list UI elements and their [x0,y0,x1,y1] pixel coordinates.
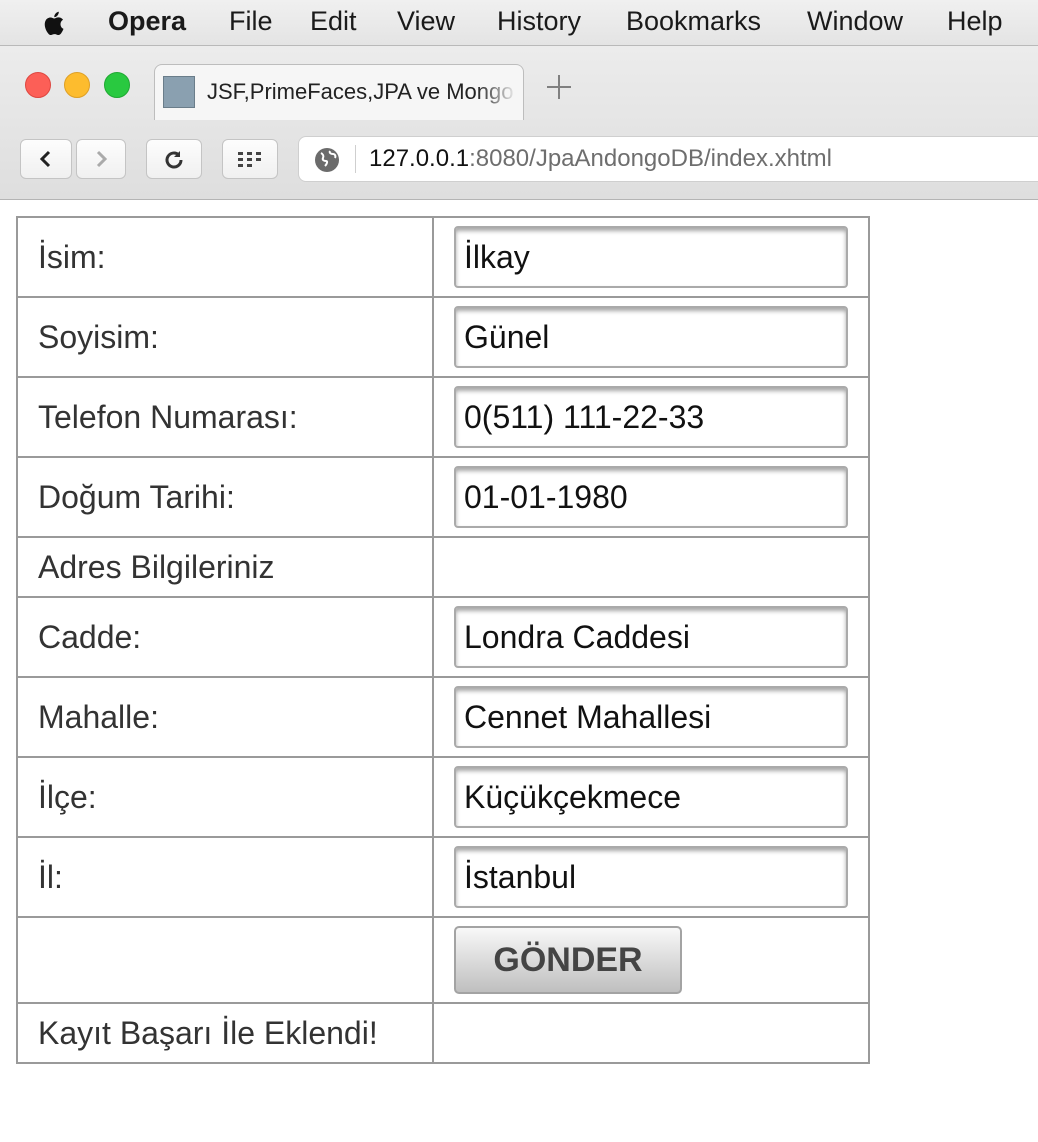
surname-input[interactable] [454,306,848,368]
menu-bar: Opera File Edit View History Bookmarks W… [0,0,1038,46]
submit-button[interactable]: GÖNDER [454,926,682,994]
registration-form: İsim: Soyisim: Telefon Numarası: Doğum T… [16,216,870,1064]
street-input[interactable] [454,606,848,668]
city-label: İl: [16,836,434,918]
url-host: 127.0.0.1 [369,145,470,172]
chevron-right-icon [96,150,108,168]
status-message: Kayıt Başarı İle Eklendi! [16,1002,434,1064]
phone-label: Telefon Numarası: [16,376,434,458]
grid-icon [238,152,261,167]
url-path: :8080/JpaAndongoDB/index.xhtml [469,145,832,172]
form-row-status: Kayıt Başarı İle Eklendi! [16,1002,870,1064]
neighborhood-label: Mahalle: [16,676,434,758]
name-input[interactable] [454,226,848,288]
phone-input[interactable] [454,386,848,448]
browser-chrome: JSF,PrimeFaces,JPA ve MongoDB 127.0.0.1:… [0,46,1038,200]
name-label: İsim: [16,216,434,298]
speed-dial-button[interactable] [222,139,278,179]
menu-edit[interactable]: Edit [310,6,357,37]
form-row-birthdate: Doğum Tarihi: [16,456,870,538]
form-row-neighborhood: Mahalle: [16,676,870,758]
form-row-submit: GÖNDER [16,916,870,1004]
form-row-name: İsim: [16,216,870,298]
birthdate-input[interactable] [454,466,848,528]
neighborhood-input[interactable] [454,686,848,748]
forward-button[interactable] [76,139,126,179]
form-row-address-header: Adres Bilgileriniz [16,536,870,598]
city-input[interactable] [454,846,848,908]
menu-help[interactable]: Help [947,6,1003,37]
chevron-left-icon [39,150,51,168]
address-bar[interactable]: 127.0.0.1:8080/JpaAndongoDB/index.xhtml [298,136,1038,182]
tab-title: JSF,PrimeFaces,JPA ve MongoDB [207,79,513,104]
form-row-street: Cadde: [16,596,870,678]
menu-app-opera[interactable]: Opera [108,6,186,37]
form-row-surname: Soyisim: [16,296,870,378]
reload-button[interactable] [146,139,202,179]
address-section-heading: Adres Bilgileriniz [16,536,434,598]
minimize-window-button[interactable] [64,72,90,98]
form-row-city: İl: [16,836,870,918]
zoom-window-button[interactable] [104,72,130,98]
browser-tab[interactable]: JSF,PrimeFaces,JPA ve MongoDB [154,64,524,120]
street-label: Cadde: [16,596,434,678]
back-button[interactable] [20,139,72,179]
birthdate-label: Doğum Tarihi: [16,456,434,538]
form-row-phone: Telefon Numarası: [16,376,870,458]
menu-bookmarks[interactable]: Bookmarks [626,6,761,37]
new-tab-plus-icon[interactable] [544,72,574,108]
menu-history[interactable]: History [497,6,581,37]
menu-file[interactable]: File [229,6,273,37]
district-label: İlçe: [16,756,434,838]
globe-icon[interactable] [313,146,341,174]
district-input[interactable] [454,766,848,828]
apple-icon[interactable] [40,8,70,38]
surname-label: Soyisim: [16,296,434,378]
close-window-button[interactable] [25,72,51,98]
url-text[interactable]: 127.0.0.1:8080/JpaAndongoDB/index.xhtml [369,145,832,173]
favicon-icon [163,76,195,108]
menu-window[interactable]: Window [807,6,903,37]
reload-icon [165,151,183,169]
menu-view[interactable]: View [397,6,455,37]
form-row-district: İlçe: [16,756,870,838]
